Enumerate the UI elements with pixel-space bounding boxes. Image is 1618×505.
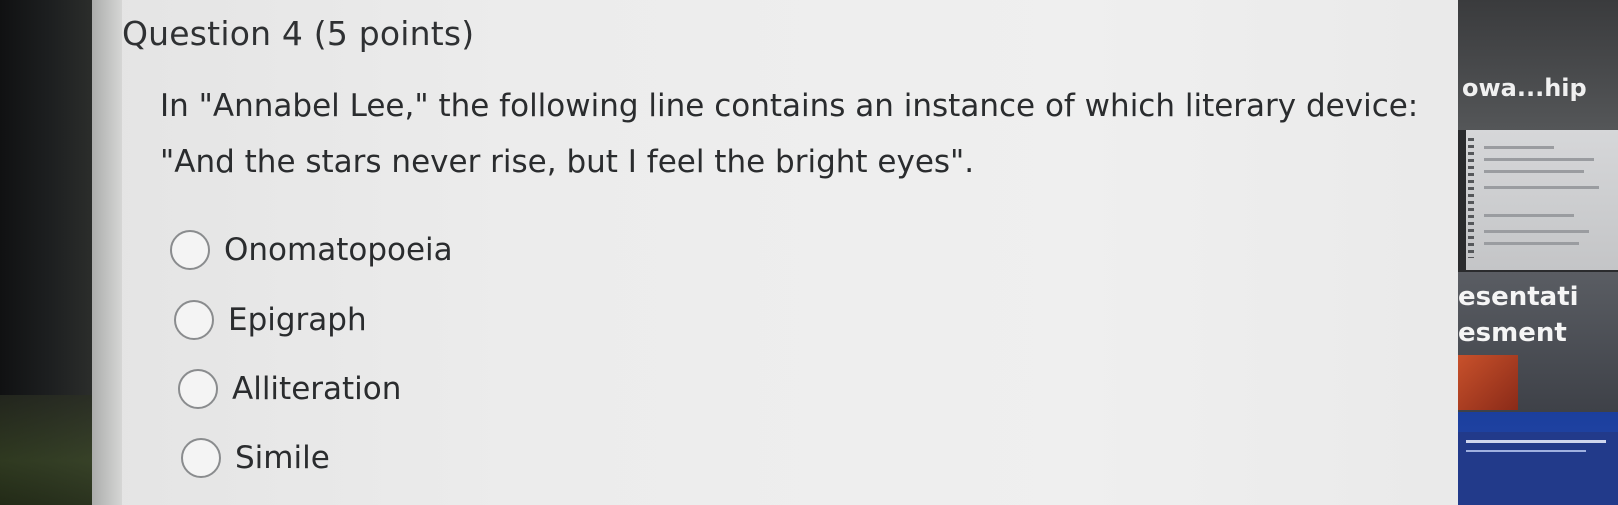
doc-text-line <box>1484 170 1584 173</box>
option-label: Alliteration <box>232 371 402 407</box>
slide-image <box>1458 355 1518 410</box>
doc-text-line <box>1484 146 1554 149</box>
question-prompt-line-2: "And the stars never rise, but I feel th… <box>160 144 975 180</box>
option-simile[interactable]: Simile <box>181 438 330 478</box>
option-epigraph[interactable]: Epigraph <box>174 300 367 340</box>
question-title: Question 4 (5 points) <box>122 14 475 53</box>
monitor-bezel-left <box>0 0 92 505</box>
background-foliage <box>0 395 92 505</box>
option-alliteration[interactable]: Alliteration <box>178 369 401 409</box>
thumbnail-text-line <box>1466 440 1606 443</box>
question-prompt: In "Annabel Lee," the following line con… <box>160 78 1460 190</box>
doc-text-line <box>1484 186 1599 189</box>
doc-text-line <box>1484 214 1574 217</box>
thumbnail-text-line <box>1466 450 1586 452</box>
question-prompt-line-1: In "Annabel Lee," the following line con… <box>160 88 1419 124</box>
option-label: Onomatopoeia <box>224 232 453 268</box>
slide-text-line-1: esentati <box>1458 282 1579 312</box>
radio-button[interactable] <box>174 300 214 340</box>
option-label: Epigraph <box>228 302 367 338</box>
video-thumbnail[interactable]: owa...hip <box>1458 0 1618 130</box>
panel-edge-shadow <box>92 0 122 505</box>
binding-holes <box>1468 138 1474 258</box>
doc-text-line <box>1484 158 1594 161</box>
radio-button[interactable] <box>181 438 221 478</box>
radio-button[interactable] <box>178 369 218 409</box>
slide-text-line-2: esment <box>1458 318 1567 348</box>
chapter-thumbnail[interactable] <box>1458 412 1618 505</box>
option-label: Simile <box>235 440 330 476</box>
radio-button[interactable] <box>170 230 210 270</box>
side-thumbnail-strip: owa...hip esentati esment <box>1458 0 1618 505</box>
document-thumbnail[interactable] <box>1466 130 1618 270</box>
video-title: owa...hip <box>1462 74 1587 102</box>
doc-text-line <box>1484 230 1589 233</box>
option-onomatopoeia[interactable]: Onomatopoeia <box>170 230 453 270</box>
doc-text-line <box>1484 242 1579 245</box>
